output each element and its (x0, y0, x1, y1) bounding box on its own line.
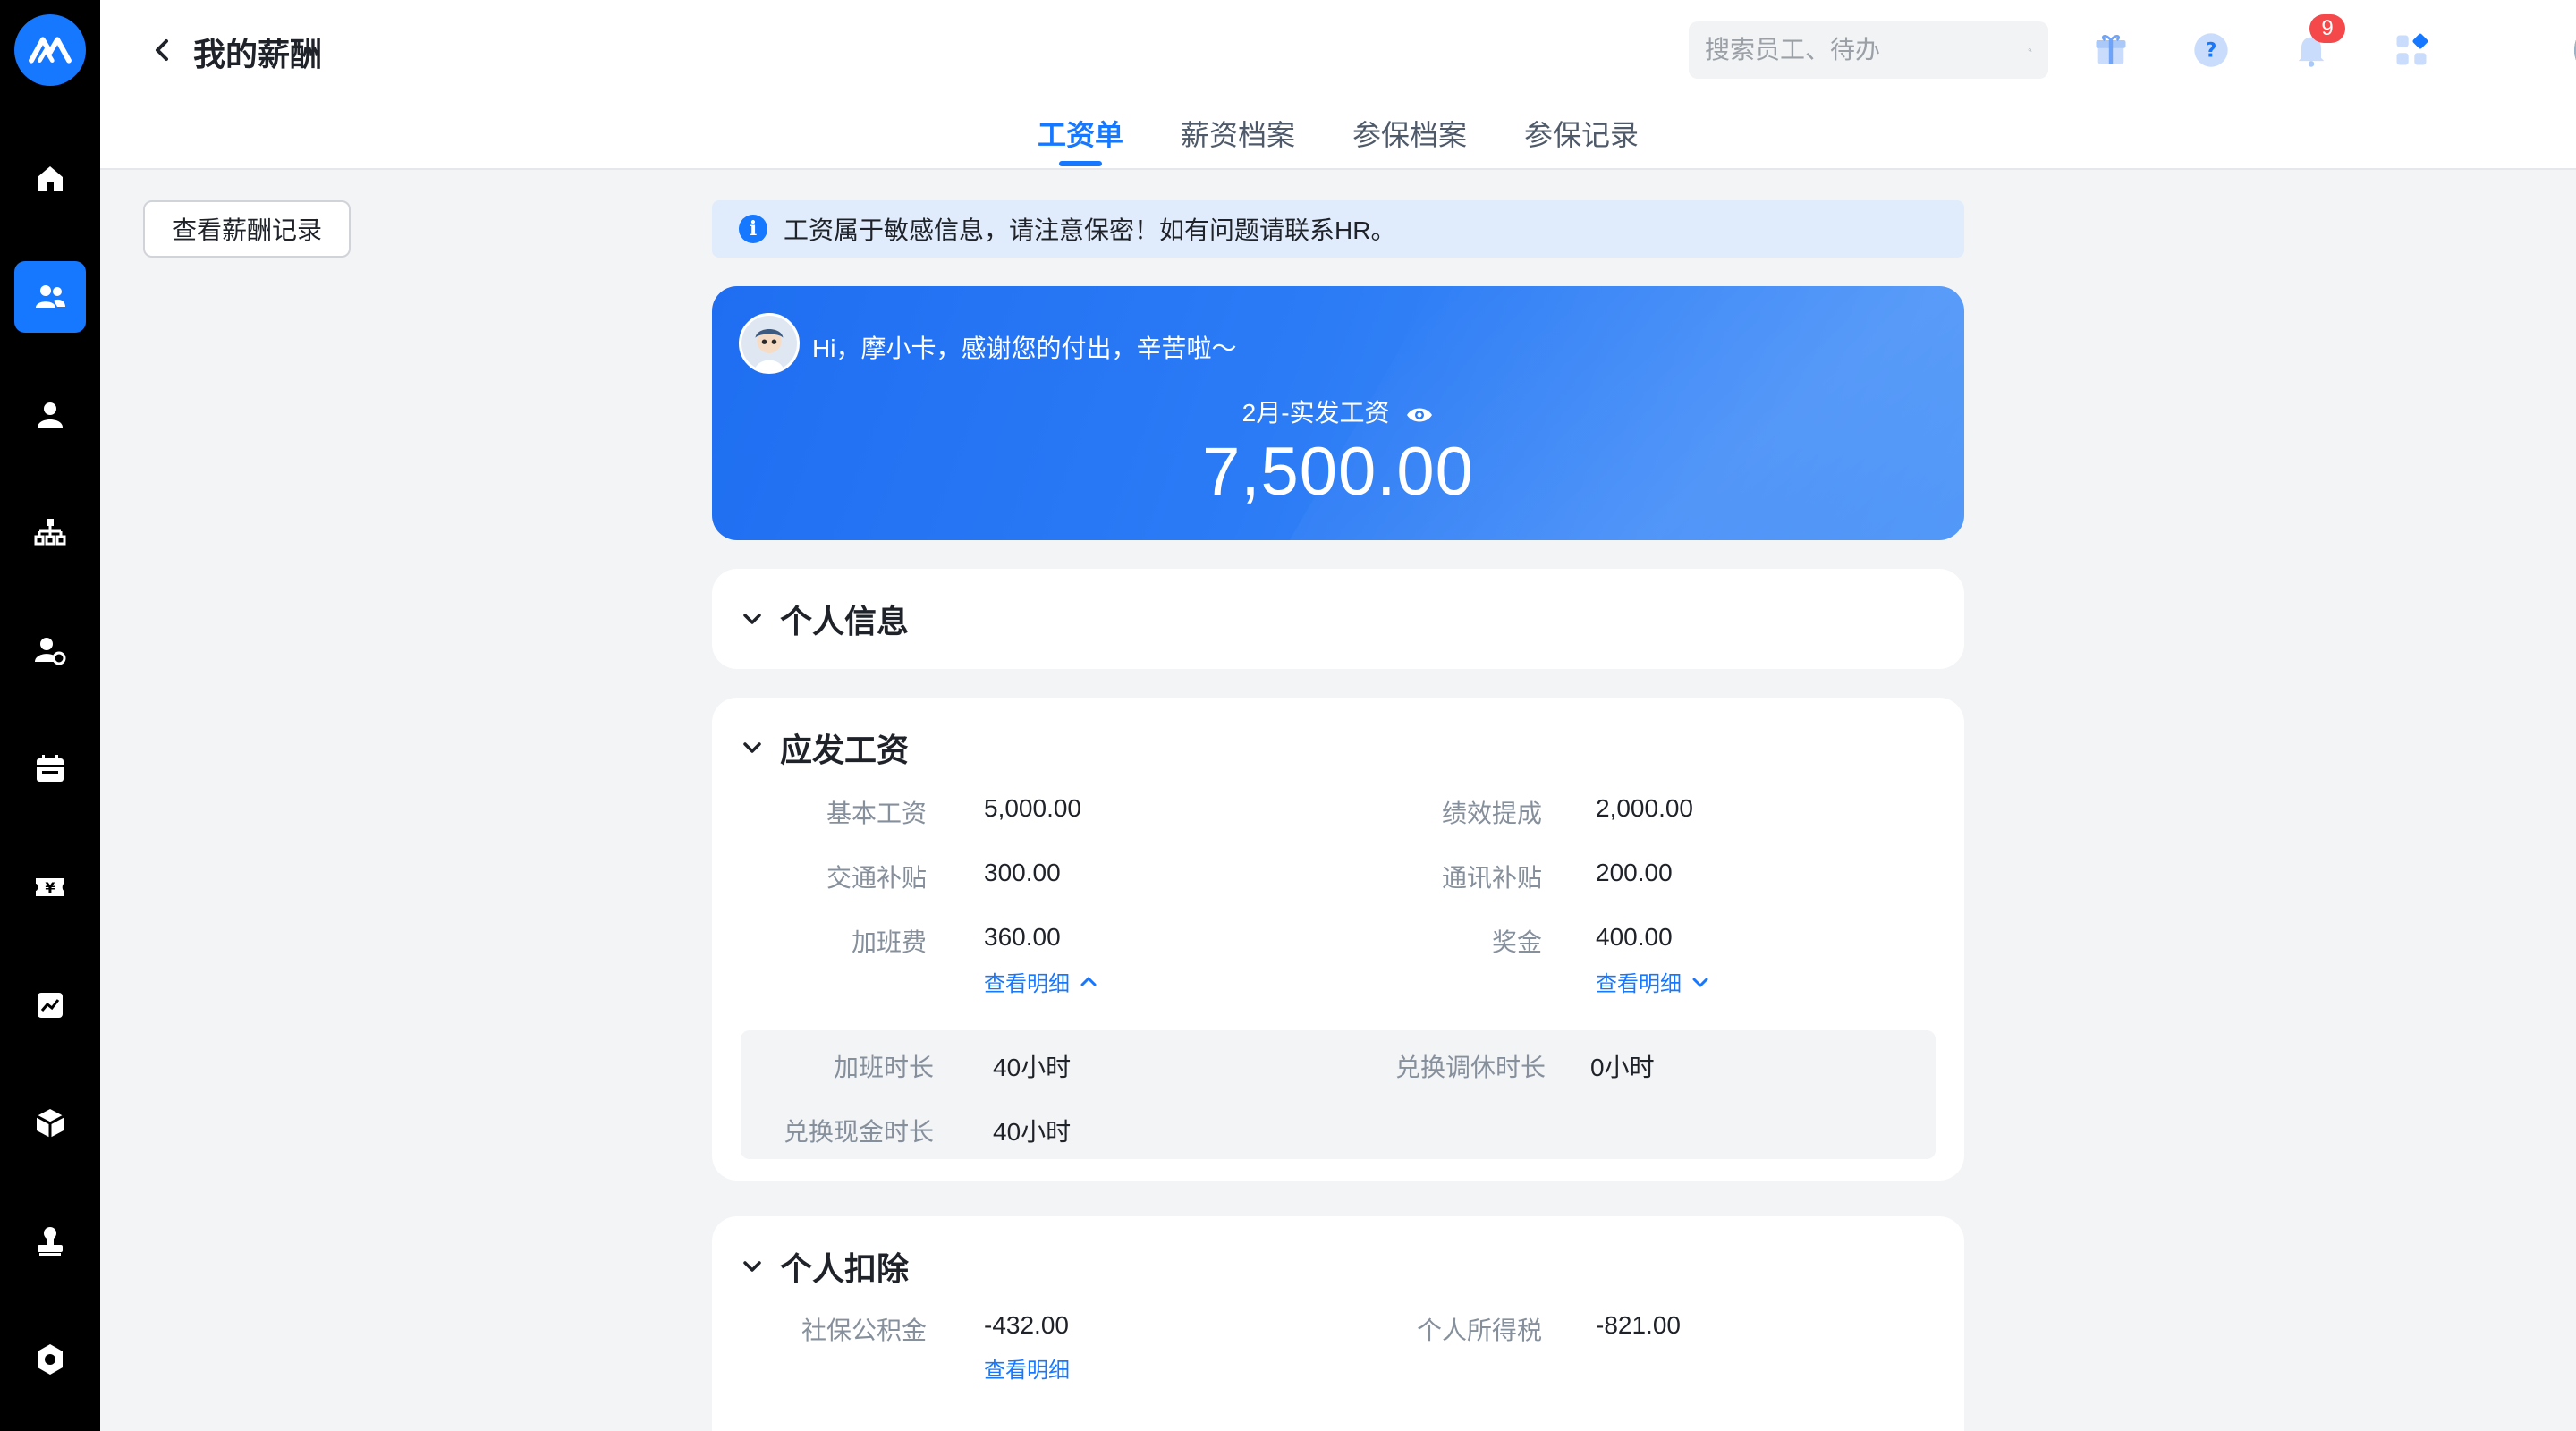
active-tab-indicator (1059, 161, 1102, 166)
chevron-down-icon (743, 742, 761, 753)
user-settings-icon[interactable] (14, 615, 86, 687)
deductions-title: 个人扣除 (780, 1250, 910, 1287)
hero-greeting: Hi，摩小卡，感谢您的付出，辛苦啦～ (812, 334, 1237, 362)
deductions-header[interactable]: 个人扣除 (739, 1243, 909, 1290)
gross-pay-card: 应发工资 基本工资 5,000.00 绩效提成 2,000.00 交通补贴 30… (712, 698, 1964, 1181)
info-icon: i (739, 215, 767, 243)
home-icon[interactable] (14, 143, 86, 215)
chevron-up-icon (1080, 977, 1097, 986)
back-arrow-icon[interactable] (145, 32, 181, 68)
svg-text:?: ? (2206, 40, 2217, 63)
income-tax-value: -821.00 (1596, 1311, 1681, 1339)
deductions-card: 个人扣除 社保公积金 -432.00 个人所得税 -821.00 查看明细 (712, 1216, 1964, 1431)
chevron-down-icon (743, 1261, 761, 1272)
left-nav-rail: ¥ (0, 0, 100, 1431)
comp-leave-hours-label: 兑换调休时长 (1394, 1054, 1546, 1081)
transport-allowance-value: 300.00 (984, 859, 1061, 886)
notification-count-badge: 9 (2309, 14, 2345, 43)
tab-payslip[interactable]: 工资单 (1038, 113, 1123, 154)
overtime-hours-value: 40小时 (993, 1054, 1072, 1081)
base-salary-value: 5,000.00 (984, 794, 1081, 822)
search-icon[interactable] (2028, 38, 2032, 63)
overtime-detail-panel: 加班时长 40小时 兑换调休时长 0小时 兑换现金时长 40小时 (741, 1030, 1936, 1159)
svg-text:¥: ¥ (45, 879, 55, 896)
tab-insurance-profile[interactable]: 参保档案 (1352, 113, 1467, 154)
app-logo-icon[interactable] (14, 14, 86, 86)
comp-leave-hours-value: 0小时 (1590, 1054, 1655, 1081)
salary-ticket-icon[interactable]: ¥ (14, 851, 86, 923)
search-box[interactable] (1689, 21, 2048, 79)
net-pay-amount: 7,500.00 (1202, 434, 1474, 510)
personal-info-card[interactable]: 个人信息 (712, 569, 1964, 669)
tab-salary-profile[interactable]: 薪资档案 (1181, 113, 1295, 154)
calendar-icon[interactable] (14, 733, 86, 805)
stamp-person-icon[interactable] (14, 1206, 86, 1277)
search-input[interactable] (1705, 36, 2028, 64)
notification-bell-icon[interactable]: 9 (2286, 14, 2345, 75)
org-chart-icon[interactable] (14, 497, 86, 569)
social-insurance-value: -432.00 (984, 1311, 1069, 1339)
base-salary-label: 基本工资 (826, 800, 927, 827)
performance-bonus-label: 绩效提成 (1441, 800, 1542, 827)
chevron-down-icon (743, 614, 761, 624)
personal-info-header[interactable]: 个人信息 (739, 596, 909, 642)
social-insurance-detail-link-text: 查看明细 (984, 1359, 1070, 1383)
net-pay-label-text: 2月-实发工资 (1241, 399, 1390, 427)
bonus-label: 奖金 (1491, 928, 1542, 956)
social-insurance-label: 社保公积金 (801, 1317, 927, 1344)
tab-insurance-records[interactable]: 参保记录 (1524, 113, 1639, 154)
people-icon[interactable] (14, 261, 86, 333)
top-bar: 我的薪酬 ? 9 工资单 薪资档案 参保档案 参保记录 (100, 0, 2576, 170)
personal-info-title: 个人信息 (780, 603, 910, 639)
hero-avatar (739, 313, 800, 374)
notice-text: 工资属于敏感信息，请注意保密！如有问题请联系HR。 (784, 216, 1396, 244)
apps-grid-icon[interactable] (2386, 25, 2436, 75)
gross-pay-header[interactable]: 应发工资 (739, 724, 909, 771)
main-content: 查看薪酬记录 i 工资属于敏感信息，请注意保密！如有问题请联系HR。 Hi，摩小… (100, 172, 2576, 1431)
settings-gear-icon[interactable] (14, 1324, 86, 1395)
income-tax-label: 个人所得税 (1416, 1317, 1542, 1344)
performance-bonus-value: 2,000.00 (1596, 794, 1693, 822)
communication-allowance-value: 200.00 (1596, 859, 1673, 886)
box-icon[interactable] (14, 1088, 86, 1159)
view-salary-history-button[interactable]: 查看薪酬记录 (143, 200, 351, 258)
cash-conversion-hours-label: 兑换现金时长 (783, 1118, 934, 1146)
net-pay-label: 2月-实发工资 (712, 394, 1964, 429)
bonus-detail-link-text: 查看明细 (1596, 972, 1682, 996)
transport-allowance-label: 交通补贴 (826, 864, 927, 892)
eye-icon[interactable] (1405, 404, 1434, 426)
report-chart-icon[interactable] (14, 970, 86, 1041)
net-pay-card: Hi，摩小卡，感谢您的付出，辛苦啦～ 2月-实发工资 7,500.00 (712, 286, 1964, 540)
overtime-hours-label: 加班时长 (833, 1054, 934, 1081)
tab-bar: 工资单 薪资档案 参保档案 参保记录 (100, 113, 2576, 170)
bonus-detail-link[interactable]: 查看明细 (1596, 966, 1712, 997)
page-title: 我的薪酬 (193, 36, 323, 72)
cash-conversion-hours-value: 40小时 (993, 1118, 1072, 1146)
help-icon[interactable]: ? (2186, 25, 2236, 75)
sensitive-info-notice: i 工资属于敏感信息，请注意保密！如有问题请联系HR。 (712, 200, 1964, 258)
overtime-pay-value: 360.00 (984, 923, 1061, 951)
bonus-value: 400.00 (1596, 923, 1673, 951)
gross-pay-title: 应发工资 (780, 732, 910, 768)
gift-icon[interactable] (2086, 25, 2136, 75)
communication-allowance-label: 通讯补贴 (1441, 864, 1542, 892)
chevron-down-icon (1692, 978, 1708, 986)
overtime-detail-link-text: 查看明细 (984, 972, 1070, 996)
overtime-pay-label: 加班费 (851, 928, 927, 956)
person-icon[interactable] (14, 379, 86, 451)
social-insurance-detail-link[interactable]: 查看明细 (984, 1352, 1070, 1384)
overtime-detail-link[interactable]: 查看明细 (984, 966, 1100, 997)
